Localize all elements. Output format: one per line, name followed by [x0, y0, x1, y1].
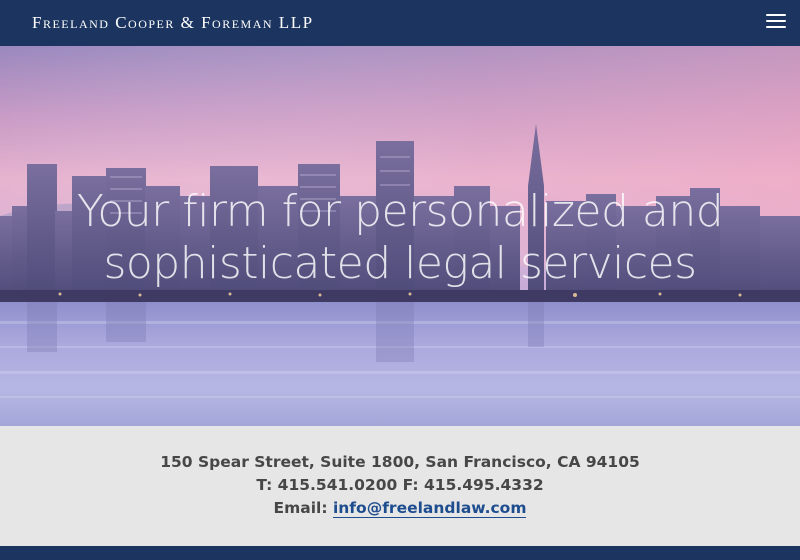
- contact-info-section: 150 Spear Street, Suite 1800, San Franci…: [0, 426, 800, 546]
- office-address: 150 Spear Street, Suite 1800, San Franci…: [160, 453, 640, 471]
- email-label: Email:: [273, 499, 328, 517]
- email-line: Email: info@freelandlaw.com: [0, 497, 800, 520]
- hero-headline: Your firm for personalized and sophistic…: [0, 186, 800, 290]
- top-navigation-bar: Freeland Cooper & Foreman LLP: [0, 0, 800, 46]
- firm-name-logo[interactable]: Freeland Cooper & Foreman LLP: [32, 13, 314, 33]
- hero-headline-line-1: Your firm for personalized and: [76, 186, 724, 237]
- hero-banner: Your firm for personalized and sophistic…: [0, 46, 800, 426]
- email-link[interactable]: info@freelandlaw.com: [332, 499, 527, 518]
- hero-headline-line-2: sophisticated legal services: [103, 238, 697, 289]
- phone-fax-numbers: T: 415.541.0200 F: 415.495.4332: [256, 476, 544, 494]
- footer-bar: [0, 546, 800, 560]
- hamburger-menu-icon[interactable]: [766, 14, 786, 32]
